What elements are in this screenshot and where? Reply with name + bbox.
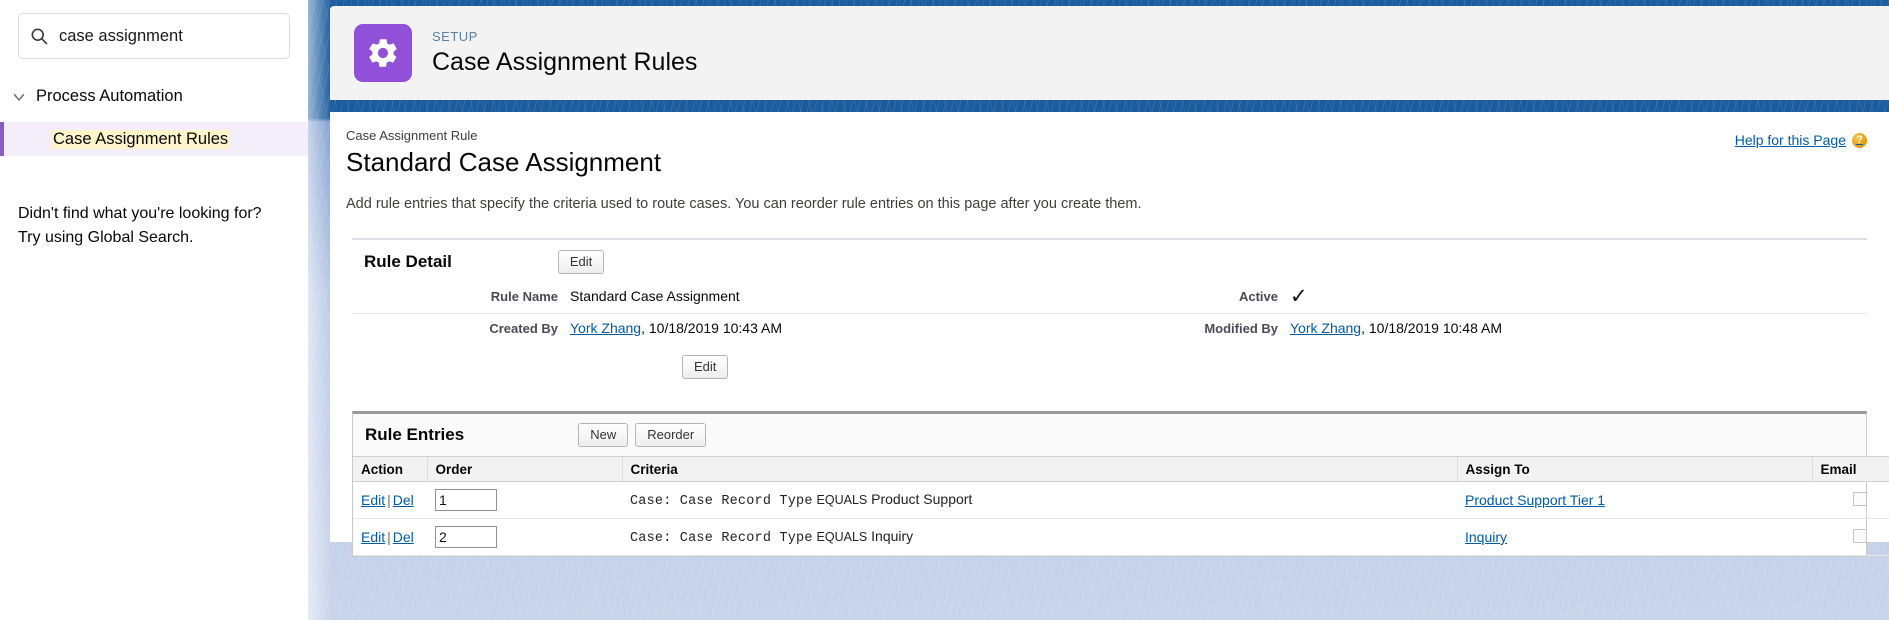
table-head: Action Order Criteria Assign To Email (353, 456, 1889, 482)
table-row: Edit|Del Case: Case Record Type EQUALS I… (353, 518, 1889, 556)
criteria-value: Inquiry (871, 528, 914, 544)
rule-name-label: Rule Name (490, 289, 558, 304)
email-checkbox (1852, 528, 1867, 543)
criteria-operator: EQUALS (816, 530, 868, 544)
rule-detail-top-actions: Edit (557, 250, 605, 274)
setup-header-card: SETUP Case Assignment Rules (330, 6, 1889, 100)
created-by-value: York Zhang, 10/18/2019 10:43 AM (570, 320, 1130, 336)
cell-action: Edit | Del (353, 481, 427, 519)
cell-email (1812, 481, 1889, 519)
chevron-down-icon (13, 93, 25, 101)
modified-by-label: Modified By (1204, 321, 1278, 336)
criteria-field: Case: Case Record Type (630, 494, 813, 509)
record-type-label: Case Assignment Rule (346, 128, 478, 143)
criteria-operator: EQUALS (816, 493, 868, 507)
delete-entry-link[interactable]: Del (393, 492, 414, 508)
record-name: Standard Case Assignment (346, 147, 662, 177)
sidebar-empty-hint: Didn't find what you're looking for? Try… (18, 205, 262, 246)
modified-by-timestamp: , 10/18/2019 10:48 AM (1361, 320, 1502, 336)
rule-entries-title: Rule Entries (365, 425, 465, 444)
cell-action: Edit | Del (353, 518, 427, 556)
cell-assign-to: Product Support Tier 1 (1457, 481, 1812, 519)
criteria-value: Product Support (871, 491, 973, 507)
rule-detail-section: Rule Detail Edit Rule Name Standard Case… (352, 238, 1867, 383)
sidebar-item-label: Case Assignment Rules (52, 129, 230, 149)
main-pane: SETUP Case Assignment Rules Help for thi… (308, 0, 1889, 620)
rule-name-value: Standard Case Assignment (570, 288, 740, 304)
cell-order (427, 481, 622, 519)
question-mark-icon: ? (1852, 132, 1867, 148)
created-by-user-link[interactable]: York Zhang (570, 320, 641, 336)
active-value: ✓ (1290, 285, 1308, 308)
criteria-field: Case: Case Record Type (630, 531, 813, 546)
edit-rule-button-top[interactable]: Edit (557, 250, 605, 274)
content-sheet: Help for this Page ? Case Assignment Rul… (330, 112, 1889, 557)
reorder-rule-entries-button[interactable]: Reorder (635, 423, 707, 447)
order-input[interactable] (435, 489, 497, 511)
detail-row-created-modified: Created By York Zhang, 10/18/2019 10:43 … (352, 314, 1867, 343)
rule-entries-header: Rule Entries New Reorder (353, 414, 1866, 456)
table-header-row: Action Order Criteria Assign To Email (353, 456, 1889, 482)
setup-eyebrow: SETUP (432, 28, 478, 44)
column-header-criteria: Criteria (622, 456, 1458, 482)
rule-entries-section: Rule Entries New Reorder Action Order Cr… (352, 411, 1889, 557)
search-icon (31, 28, 48, 45)
rule-entries-actions: New Reorder (578, 423, 707, 447)
setup-badge (354, 24, 412, 82)
cell-criteria: Case: Case Record Type EQUALS Product Su… (622, 481, 1457, 519)
cell-criteria: Case: Case Record Type EQUALS Inquiry (622, 518, 1457, 556)
background-left-fade (308, 0, 332, 620)
active-label: Active (1238, 289, 1278, 304)
quick-find-search[interactable] (18, 13, 290, 59)
email-checkbox (1852, 491, 1867, 506)
table-row: Edit|Del Case: Case Record Type EQUALS P… (353, 481, 1889, 519)
page-description: Add rule entries that specify the criter… (346, 196, 1142, 212)
setup-sidebar: Process Automation Case Assignment Rules… (0, 0, 308, 620)
modified-by-value: York Zhang, 10/18/2019 10:48 AM (1290, 320, 1502, 336)
order-input[interactable] (435, 526, 497, 548)
column-header-action: Action (353, 456, 428, 482)
sidebar-group-label: Process Automation (36, 87, 183, 105)
delete-entry-link[interactable]: Del (393, 529, 414, 545)
column-header-order: Order (427, 456, 623, 482)
help-link-label: Help for this Page (1734, 132, 1846, 148)
cell-assign-to: Inquiry (1457, 518, 1812, 556)
edit-entry-link[interactable]: Edit (361, 529, 385, 545)
created-by-timestamp: , 10/18/2019 10:43 AM (641, 320, 782, 336)
rule-detail-title: Rule Detail (364, 252, 452, 271)
detail-row-rule-name: Rule Name Standard Case Assignment Activ… (352, 282, 1867, 314)
sidebar-item-case-assignment-rules[interactable]: Case Assignment Rules (0, 122, 308, 156)
assign-to-link[interactable]: Inquiry (1465, 529, 1507, 545)
setup-page: Process Automation Case Assignment Rules… (0, 0, 1889, 620)
edit-rule-button-bottom[interactable]: Edit (682, 355, 729, 379)
created-by-label: Created By (489, 321, 558, 336)
rule-entries-table: Action Order Criteria Assign To Email Ed… (353, 456, 1889, 556)
cell-email (1812, 518, 1889, 556)
cell-order (427, 518, 622, 556)
assign-to-link[interactable]: Product Support Tier 1 (1465, 492, 1605, 508)
edit-entry-link[interactable]: Edit (361, 492, 385, 508)
sidebar-group-process-automation[interactable]: Process Automation (0, 81, 308, 112)
table-body: Edit|Del Case: Case Record Type EQUALS P… (353, 481, 1889, 556)
modified-by-user-link[interactable]: York Zhang (1290, 320, 1361, 336)
rule-detail-bottom-actions: Edit (352, 343, 1867, 383)
new-rule-entry-button[interactable]: New (578, 423, 629, 447)
page-title: Case Assignment Rules (432, 47, 698, 76)
gear-icon (369, 39, 397, 67)
action-separator: | (387, 529, 391, 545)
rule-detail-fields: Rule Name Standard Case Assignment Activ… (352, 282, 1867, 343)
action-separator: | (387, 492, 391, 508)
help-for-this-page-link[interactable]: Help for this Page ? (1735, 132, 1867, 148)
column-header-email: Email (1812, 456, 1889, 482)
search-input[interactable] (59, 26, 279, 46)
checkmark-icon: ✓ (1290, 285, 1308, 308)
column-header-assign-to: Assign To (1457, 456, 1813, 482)
rule-detail-header: Rule Detail Edit (352, 240, 1867, 282)
